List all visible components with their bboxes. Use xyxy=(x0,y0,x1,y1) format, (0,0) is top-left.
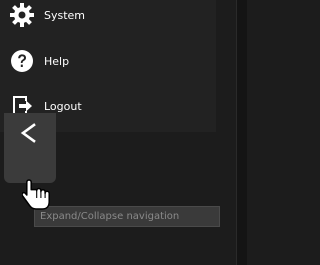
nav-item-help[interactable]: Help xyxy=(0,42,216,80)
tooltip: Expand/Collapse navigation xyxy=(34,206,220,227)
gear-icon xyxy=(9,2,35,28)
nav-item-label: System xyxy=(44,8,86,22)
content-scrollbar-rail xyxy=(236,0,247,265)
nav-item-system[interactable]: System xyxy=(0,0,216,34)
question-icon xyxy=(9,48,35,74)
nav-item-label: Logout xyxy=(44,99,82,113)
collapse-navigation-button[interactable] xyxy=(4,113,56,183)
hand-pointer-icon xyxy=(22,179,50,210)
chevron-left-icon xyxy=(20,123,36,143)
nav-item-label: Help xyxy=(44,54,70,68)
screen: System Help Logout Expand/Collapse navig… xyxy=(0,0,247,265)
